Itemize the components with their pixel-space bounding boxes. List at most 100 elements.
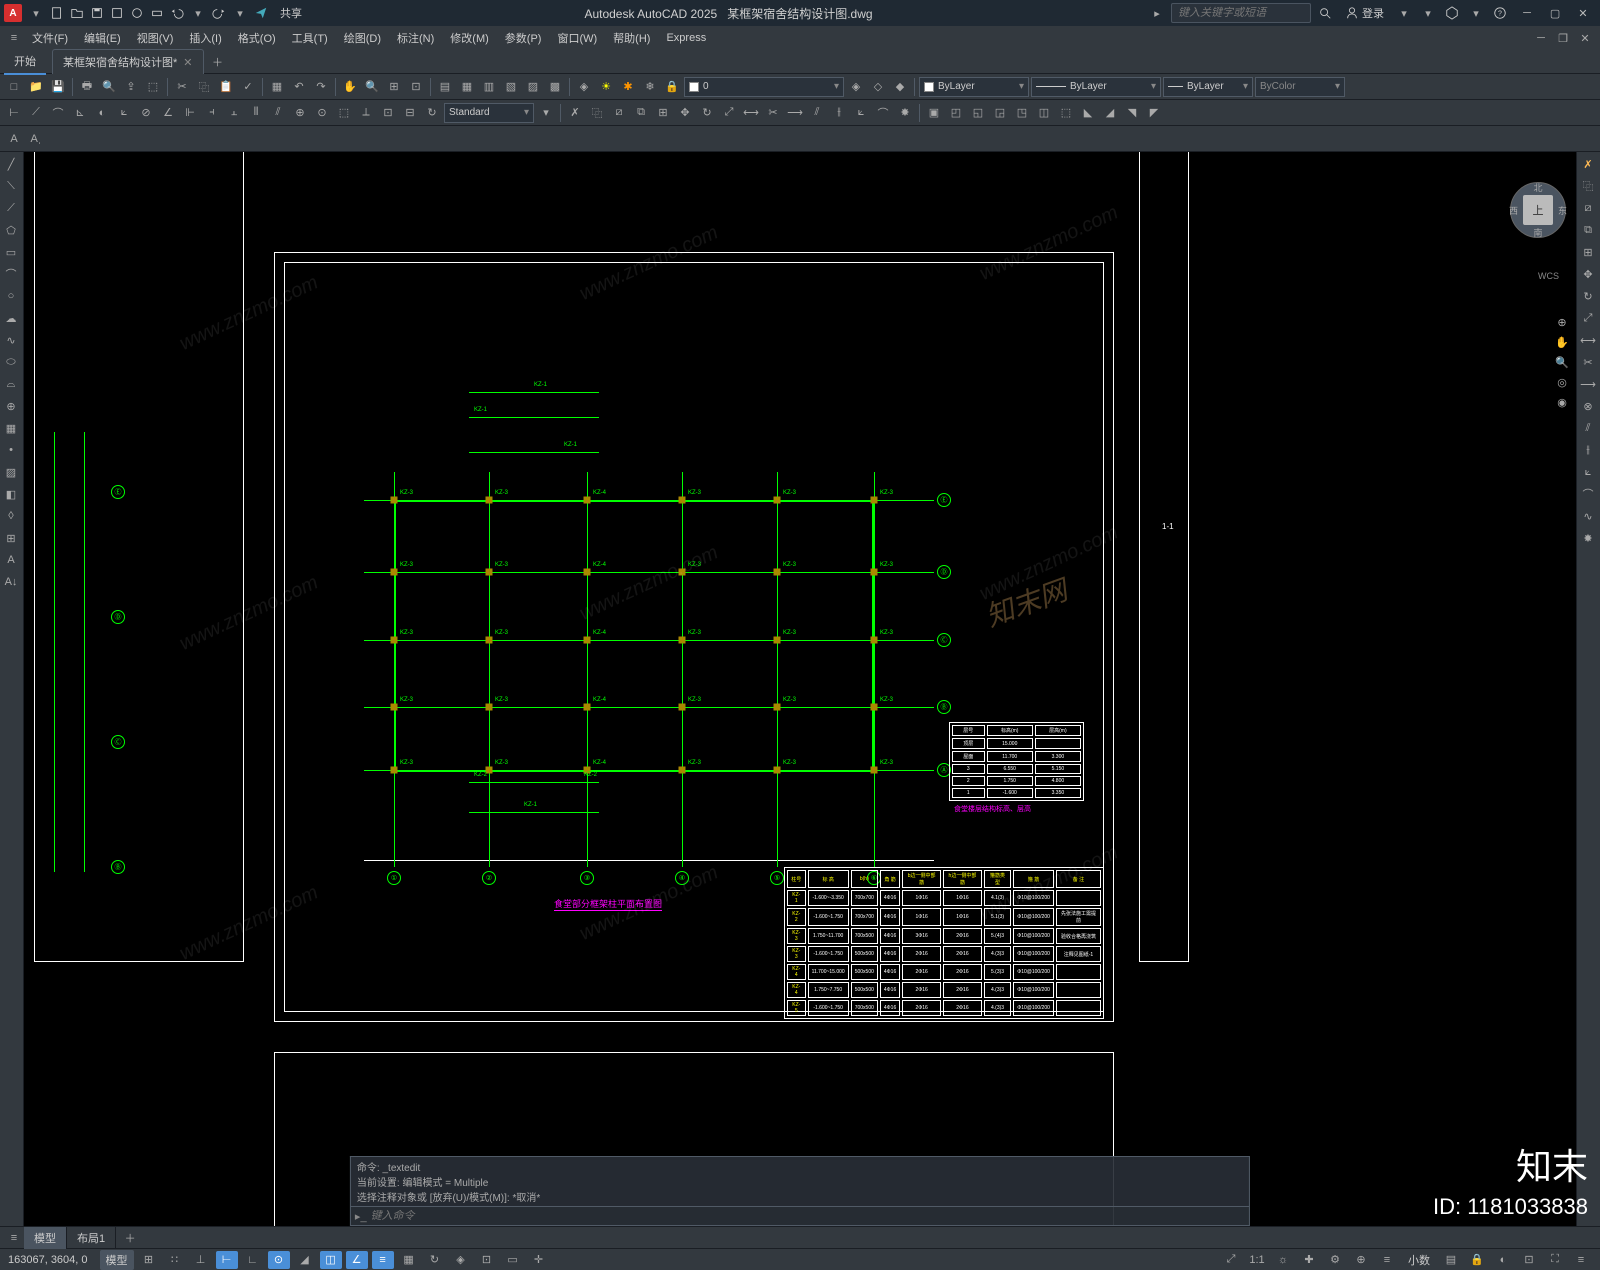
dim-tedit-icon[interactable]: ⊟: [400, 103, 420, 123]
status-model[interactable]: 模型: [100, 1250, 134, 1270]
mod-array2-icon[interactable]: ⊞: [1577, 242, 1599, 262]
dim-linear-icon[interactable]: ⊢: [4, 103, 24, 123]
tb-open-icon[interactable]: 📁: [26, 77, 46, 97]
draw-insert-icon[interactable]: ⊕: [0, 396, 22, 416]
tb-block-icon[interactable]: ▦: [267, 77, 287, 97]
tb-preview-icon[interactable]: 🔍: [99, 77, 119, 97]
search-history-icon[interactable]: ▸: [1147, 3, 1167, 23]
close-button[interactable]: ✕: [1570, 2, 1596, 24]
plotstyle-dropdown[interactable]: ByColor ▾: [1255, 77, 1345, 97]
draw-circle-icon[interactable]: ○: [0, 286, 22, 306]
mod-scale-icon[interactable]: ⤢: [719, 103, 739, 123]
mod-breakpt-icon[interactable]: ⊗: [1577, 396, 1599, 416]
dim-quick-icon[interactable]: ⊩: [180, 103, 200, 123]
menu-edit[interactable]: 编辑(E): [76, 27, 129, 49]
status-decimal[interactable]: 小数: [1402, 1250, 1436, 1270]
status-scale-icon[interactable]: 1:1: [1246, 1251, 1268, 1269]
draw-point-icon[interactable]: •: [0, 440, 22, 460]
tb-sun-icon[interactable]: ✱: [618, 77, 638, 97]
tb-3ddwf-icon[interactable]: ⬚: [143, 77, 163, 97]
dim-center-icon[interactable]: ⊙: [312, 103, 332, 123]
tb-qcalc-icon[interactable]: ▩: [545, 77, 565, 97]
view-ne-icon[interactable]: ◥: [1122, 103, 1142, 123]
status-monitor-icon[interactable]: ⊕: [1350, 1251, 1372, 1269]
mod-chamfer2-icon[interactable]: ⟀: [1577, 462, 1599, 482]
tb-zoomwin-icon[interactable]: ⊞: [384, 77, 404, 97]
dim-radius-icon[interactable]: ◐: [92, 103, 112, 123]
mod-break-icon[interactable]: ⫽: [807, 103, 827, 123]
status-hw-icon[interactable]: ⊡: [1518, 1251, 1540, 1269]
menu-window[interactable]: 窗口(W): [549, 27, 605, 49]
draw-revcloud-icon[interactable]: ☁: [0, 308, 22, 328]
search-icon[interactable]: [1315, 3, 1335, 23]
tb-lightbulb-icon[interactable]: ☀: [596, 77, 616, 97]
drawing-canvas[interactable]: ① ② ③ ④ ⑤ ⑥ Ⓐ Ⓑ Ⓒ Ⓓ Ⓔ markers generated …: [24, 152, 1576, 1226]
tb-props-icon[interactable]: ▤: [435, 77, 455, 97]
tab-current-file[interactable]: 某框架宿舍结构设计图* ✕: [52, 49, 204, 74]
status-workspace-icon[interactable]: ⚙: [1324, 1251, 1346, 1269]
tb-plot-icon[interactable]: 🖶: [77, 77, 97, 97]
app-badge-icon[interactable]: A: [4, 4, 22, 22]
mod-trim-icon[interactable]: ✂: [763, 103, 783, 123]
mod-break2-icon[interactable]: ⫽: [1577, 418, 1599, 438]
qat-save-icon[interactable]: [88, 4, 106, 22]
dim-dia-icon[interactable]: ⊘: [136, 103, 156, 123]
mod-join2-icon[interactable]: ⫲: [1577, 440, 1599, 460]
menu-icon[interactable]: ≡: [4, 28, 24, 48]
dimstyle-dropdown[interactable]: Standard ▾: [444, 103, 534, 123]
exchange-icon[interactable]: [1442, 3, 1462, 23]
dim-base-icon[interactable]: ⫞: [202, 103, 222, 123]
status-coords[interactable]: 163067, 3604, 0: [8, 1254, 96, 1266]
dim-arc-icon[interactable]: ⌒: [48, 103, 68, 123]
mod-explode-icon[interactable]: ✸: [895, 103, 915, 123]
draw-pline-icon[interactable]: ⟋: [0, 198, 22, 218]
status-otrack-icon[interactable]: ∠: [346, 1251, 368, 1269]
mod-trim2-icon[interactable]: ✂: [1577, 352, 1599, 372]
tb-layermgr-icon[interactable]: ◈: [574, 77, 594, 97]
qat-undo-icon[interactable]: [168, 4, 186, 22]
tb-freeze-icon[interactable]: ❄: [640, 77, 660, 97]
text-dtext-icon[interactable]: Aˌ: [26, 129, 46, 149]
status-units-icon[interactable]: ≡: [1376, 1251, 1398, 1269]
draw-xline-icon[interactable]: ⟍: [0, 176, 22, 196]
mod-stretch2-icon[interactable]: ⟷: [1577, 330, 1599, 350]
dim-update-icon[interactable]: ↻: [422, 103, 442, 123]
viewcube-top[interactable]: 上: [1523, 195, 1553, 225]
status-polar-icon[interactable]: ⊙: [268, 1251, 290, 1269]
nav-full-icon[interactable]: ⊕: [1552, 312, 1572, 332]
view-front-icon[interactable]: ◫: [1034, 103, 1054, 123]
draw-rect-icon[interactable]: ▭: [0, 242, 22, 262]
nav-orbit-icon[interactable]: ◎: [1552, 372, 1572, 392]
help-icon[interactable]: ?: [1490, 3, 1510, 23]
status-dynamic-icon[interactable]: ⊢: [216, 1251, 238, 1269]
linetype-dropdown[interactable]: ByLayer ▾: [1031, 77, 1161, 97]
menu-file[interactable]: 文件(F): [24, 27, 76, 49]
tb-tpalette-icon[interactable]: ▥: [479, 77, 499, 97]
qat-open-icon[interactable]: [68, 4, 86, 22]
mod-fillet-icon[interactable]: ⌒: [873, 103, 893, 123]
login-dropdown-icon[interactable]: ▾: [1394, 3, 1414, 23]
layout-menu-icon[interactable]: ≡: [4, 1228, 24, 1248]
tb-layerprev-icon[interactable]: ◆: [890, 77, 910, 97]
dim-cont-icon[interactable]: ⫠: [224, 103, 244, 123]
mod-copy-icon[interactable]: ⿻: [587, 103, 607, 123]
status-isolate-icon[interactable]: ◐: [1492, 1251, 1514, 1269]
dim-inspect-icon[interactable]: ⬚: [334, 103, 354, 123]
dim-ord-icon[interactable]: ⊾: [70, 103, 90, 123]
status-transparency-icon[interactable]: ▦: [398, 1251, 420, 1269]
mod-array-icon[interactable]: ⊞: [653, 103, 673, 123]
menu-modify[interactable]: 修改(M): [442, 27, 497, 49]
status-lock-icon[interactable]: 🔒: [1466, 1251, 1488, 1269]
nav-pan-icon[interactable]: ✋: [1552, 332, 1572, 352]
dim-more-icon[interactable]: ▾: [536, 103, 556, 123]
mod-rotate2-icon[interactable]: ↻: [1577, 286, 1599, 306]
redo-dropdown-icon[interactable]: ▾: [230, 3, 250, 23]
menu-format[interactable]: 格式(O): [230, 27, 284, 49]
tb-undo2-icon[interactable]: ↶: [289, 77, 309, 97]
mod-extend-icon[interactable]: ⟶: [785, 103, 805, 123]
qat-share-icon[interactable]: [252, 4, 270, 22]
undo-dropdown-icon[interactable]: ▾: [188, 3, 208, 23]
mod-mirror2-icon[interactable]: ⧄: [1577, 198, 1599, 218]
dim-joglin-icon[interactable]: ⟂: [356, 103, 376, 123]
status-autoadd-icon[interactable]: ✚: [1298, 1251, 1320, 1269]
